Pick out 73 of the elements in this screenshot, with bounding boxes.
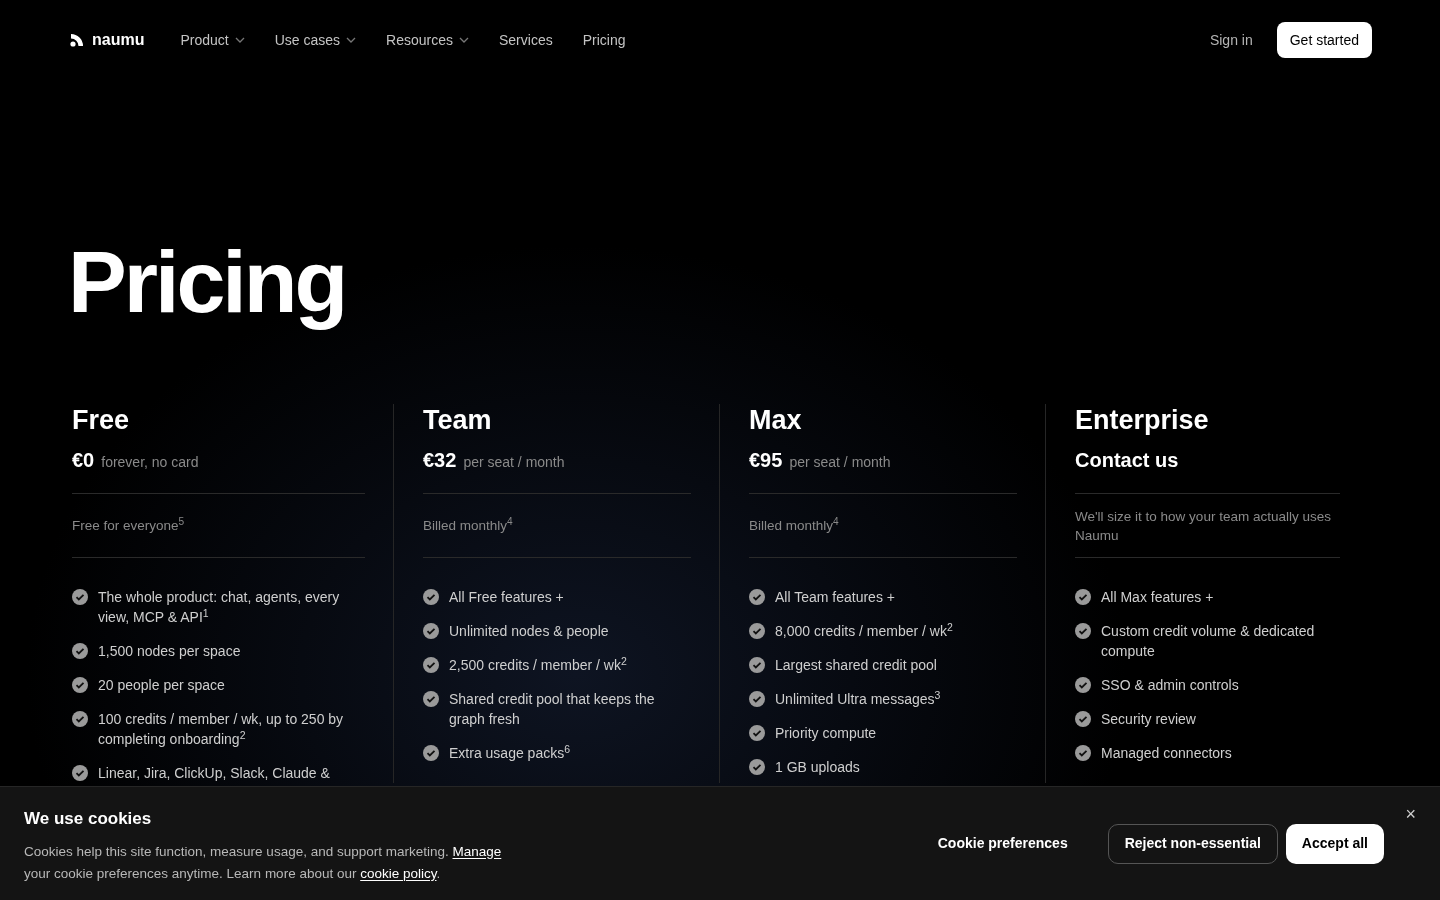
feature-text: All Free features + (449, 588, 564, 607)
feature-text: Security review (1101, 710, 1196, 729)
check-circle-icon (72, 765, 88, 781)
price-note: forever, no card (101, 453, 199, 472)
plan-name: Max (749, 404, 803, 436)
feature-text: All Max features + (1101, 588, 1214, 607)
nav-link[interactable]: Use cases (274, 29, 357, 51)
plan-note: We'll size it to how your team actually uses Naumu (1075, 507, 1332, 545)
feature-text: Extra usage packs$^{6}$ (449, 743, 570, 763)
feature-text: Unlimited Ultra messages$^{3}$ (775, 689, 941, 709)
check-circle-icon (1075, 745, 1091, 761)
check-circle-icon (1075, 623, 1091, 639)
cookie-title: We use cookies (24, 808, 153, 830)
plan-note: Billed monthly$^{4}$ (423, 516, 513, 535)
check-circle-icon (72, 711, 88, 727)
nav-link[interactable]: Pricing (582, 29, 626, 51)
feature-text: 1,500 nodes per space (98, 642, 241, 661)
plan-price: €95 (749, 448, 783, 473)
check-circle-icon (423, 589, 439, 605)
contact-link[interactable]: Contact us (1075, 445, 1179, 475)
plan-name: Team (423, 404, 493, 436)
nav-link[interactable]: Product (180, 29, 245, 51)
feature-text: Shared credit pool that keeps the graph fresh (449, 690, 656, 729)
plan-name: Enterprise (1075, 404, 1210, 436)
check-circle-icon (749, 725, 765, 741)
feature-text: Priority compute (775, 724, 877, 743)
plan-price: €32 (423, 448, 457, 473)
price-note: per seat / month (463, 453, 565, 472)
nav-link[interactable]: Services (499, 29, 553, 51)
check-circle-icon (423, 657, 439, 673)
accept-button[interactable]: Accept all (1285, 823, 1384, 864)
feature-text: 8,000 credits / member / wk$^{2}$ (775, 621, 953, 641)
plan-name: Free (72, 404, 131, 436)
check-circle-icon (72, 677, 88, 693)
nav-link[interactable]: Resources (386, 29, 469, 51)
feature-text: Custom credit volume & dedicated compute (1101, 622, 1316, 661)
sign-in-link[interactable]: Sign in (1209, 29, 1253, 51)
cookie-text: Cookies help this site function, measure usage, and support marketing. Manage your cookie preferences anytime. Learn more about our cookie policy. (24, 842, 503, 883)
feature-text: SSO & admin controls (1101, 676, 1239, 695)
feature-text: 20 people per space (98, 676, 225, 695)
check-circle-icon (749, 759, 765, 775)
check-circle-icon (1075, 711, 1091, 727)
close-button[interactable]: × (1405, 805, 1416, 823)
check-circle-icon (749, 589, 765, 605)
feature-text: All Team features + (775, 588, 895, 607)
plan-note: Free for everyone$^{5}$ (72, 516, 185, 535)
check-circle-icon (749, 691, 765, 707)
check-circle-icon (1075, 589, 1091, 605)
feature-text: Linear, Jira, ClickUp, Slack, Claude & (98, 764, 330, 783)
plan-note: Billed monthly$^{4}$ (749, 516, 839, 535)
cookie-preferences-button[interactable]: Cookie preferences (921, 823, 1084, 864)
feature-text: Unlimited nodes & people (449, 622, 609, 641)
check-circle-icon (423, 745, 439, 761)
feature-text: The whole product: chat, agents, every view, MCP & API$^{1}$ (98, 588, 341, 627)
check-circle-icon (423, 623, 439, 639)
get-started-button[interactable]: Get started (1276, 22, 1372, 58)
check-circle-icon (72, 643, 88, 659)
plan-price: €0 (72, 448, 95, 473)
feature-text: Largest shared credit pool (775, 656, 937, 675)
cookie-link[interactable]: Manage (452, 843, 502, 859)
logo-icon (70, 33, 84, 47)
check-circle-icon (1075, 677, 1091, 693)
logo-text[interactable]: naumu (92, 28, 145, 52)
feature-text: 100 credits / member / wk, up to 250 by completing onboarding$^{2}$ (98, 710, 345, 749)
check-circle-icon (749, 623, 765, 639)
check-circle-icon (423, 691, 439, 707)
check-circle-icon (72, 589, 88, 605)
reject-button[interactable]: Reject non-essential (1107, 823, 1278, 864)
feature-text: 2,500 credits / member / wk$^{2}$ (449, 655, 627, 675)
price-note: per seat / month (789, 453, 891, 472)
feature-text: 1 GB uploads (775, 758, 860, 777)
feature-text: Managed connectors (1101, 744, 1232, 763)
check-circle-icon (749, 657, 765, 673)
